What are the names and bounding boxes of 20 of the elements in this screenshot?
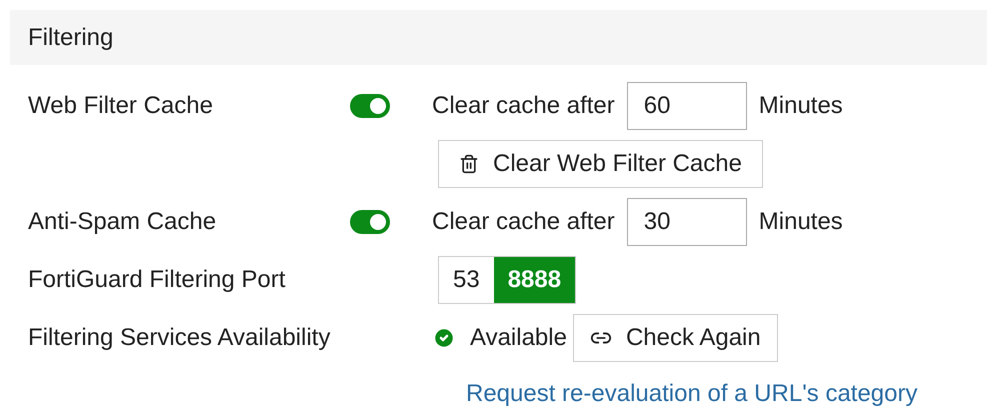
field-label: Filtering Services Availability [28, 323, 332, 353]
check-again-button[interactable]: Check Again [572, 314, 778, 362]
port-option[interactable]: 8888 [494, 257, 576, 303]
status-text: Available [470, 323, 567, 353]
minutes-input[interactable]: 60 [626, 82, 747, 130]
unit-text: Minutes [758, 207, 843, 237]
trash-icon [459, 154, 479, 174]
reevaluation-link[interactable]: Request re-evaluation of a URL's category [466, 376, 918, 410]
toggle-switch[interactable] [350, 94, 390, 118]
check-circle-icon [432, 326, 456, 350]
minutes-input[interactable]: 30 [626, 198, 747, 246]
field-label: Anti-Spam Cache [28, 207, 218, 237]
section-header: Filtering [10, 10, 987, 65]
field-label: Web Filter Cache [28, 91, 214, 121]
field-label: FortiGuard Filtering Port [28, 265, 286, 295]
field-text: Clear cache after [432, 91, 615, 121]
toggle-switch[interactable] [350, 210, 390, 234]
unit-text: Minutes [758, 91, 843, 121]
clear-cache-button[interactable]: Clear Web Filter Cache [438, 140, 763, 188]
field-text: Clear cache after [432, 207, 615, 237]
